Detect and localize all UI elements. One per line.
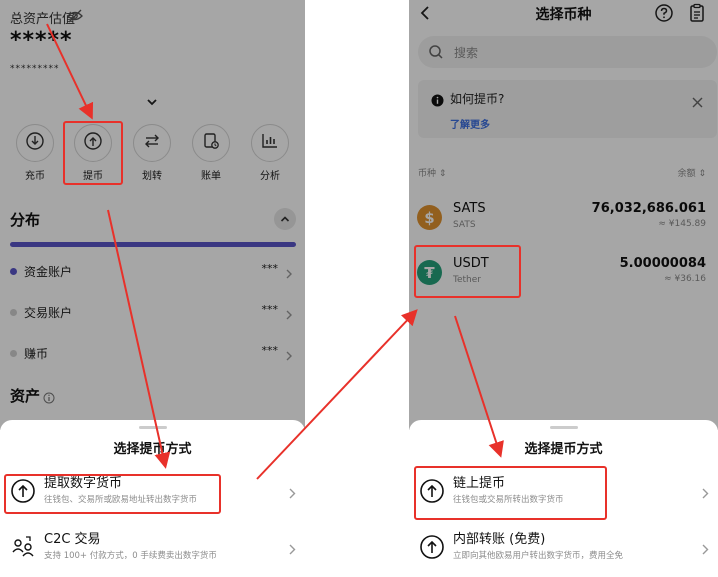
column-header-balance[interactable]: 余额 ⇕ [678,166,706,179]
option-desc: 往钱包、交易所或欧易地址转出数字货币 [44,495,198,505]
sats-coin-icon: $ [417,205,442,230]
info-icon [431,92,444,107]
coin-row-sats[interactable]: $ SATS SATS 76,032,686.061 ≈ ¥145.89 [409,199,718,243]
eye-hidden-icon[interactable] [67,8,83,24]
deposit-label: 充币 [25,171,45,182]
account-value: *** [261,262,279,275]
withdraw-label: 提币 [83,171,103,182]
column-header-coin[interactable]: 币种 ⇕ [418,166,446,179]
chevron-right-icon [700,541,710,555]
chevron-up-icon [279,210,291,229]
total-asset-label: 总资产估值 [10,12,76,27]
users-exchange-icon [10,534,36,560]
option-withdraw-crypto[interactable]: 提取数字货币 往钱包、交易所或欧易地址转出数字货币 [0,470,305,516]
option-desc: 往钱包或交易所转出数字货币 [453,495,564,505]
bill-icon [201,131,221,155]
account-row-funding[interactable]: 资金账户 *** [10,262,300,282]
upload-circle-icon [10,478,36,504]
transfer-label: 划转 [142,171,162,182]
chevron-down-icon[interactable] [145,94,159,108]
chevron-right-icon [284,347,294,361]
bill-button[interactable]: 账单 [188,124,234,182]
coin-amount: 5.00000084 [619,256,706,271]
account-name: 资金账户 [24,265,73,279]
sheet-title: 选择提币方式 [524,442,603,457]
withdraw-method-sheet: 选择提币方式 链上提币 往钱包或交易所转出数字货币 内部转账 (免费) 立即向其… [409,420,718,577]
option-c2c-trade[interactable]: C2C 交易 支持 100+ 付款方式，0 手续费卖出数字货币 [0,526,305,572]
option-title: 提取数字货币 [44,476,123,491]
analysis-button[interactable]: 分析 [247,124,293,182]
help-icon[interactable] [654,3,674,23]
analysis-label: 分析 [260,171,280,182]
upload-circle-icon [419,478,445,504]
close-icon[interactable] [692,93,703,108]
sheet-title: 选择提币方式 [113,442,192,457]
account-value: *** [261,344,279,357]
usdt-coin-icon: ₮ [417,260,442,285]
coin-row-usdt[interactable]: ₮ USDT Tether 5.00000084 ≈ ¥36.16 [409,254,718,298]
select-coin-screen: 选择币种 搜索 如何提币? 了解更多 币种 ⇕ 余额 ⇕ $ SATS SATS… [409,0,718,577]
distribution-title: 分布 [10,211,41,229]
coin-fiat-value: ≈ ¥36.16 [664,274,706,284]
chevron-right-icon [284,265,294,279]
info-icon[interactable] [43,389,55,404]
transfer-icon [142,131,162,155]
bill-label: 账单 [201,171,221,182]
transfer-button[interactable]: 划转 [129,124,175,182]
option-desc: 立即向其他欧易用户转出数字货币，费用全免 [453,551,624,561]
chevron-right-icon [287,485,297,499]
option-title: 内部转账 (免费) [453,532,546,547]
account-row-trading[interactable]: 交易账户 *** [10,303,300,323]
learn-more-link[interactable]: 了解更多 [450,116,490,131]
coin-name: Tether [453,275,481,285]
chevron-right-icon [284,306,294,320]
upload-circle-icon [419,534,445,560]
coin-amount: 76,032,686.061 [591,201,706,216]
coin-symbol: SATS [453,201,486,216]
account-name: 赚币 [24,347,49,361]
option-onchain-withdraw[interactable]: 链上提币 往钱包或交易所转出数字货币 [409,470,718,516]
balance-masked: ***** [10,28,73,53]
sheet-handle[interactable] [549,426,578,429]
sheet-handle[interactable] [138,426,167,429]
account-dot [10,309,17,316]
assets-screen: 总资产估值 ***** ********* 充币 提币 划转 账单 分析 分布 … [0,0,305,577]
analysis-icon [260,131,280,155]
option-title: C2C 交易 [44,532,101,547]
sub-balance-masked: ********* [10,64,60,74]
coin-name: SATS [453,220,476,230]
account-dot [10,350,17,357]
tutorial-composite: 总资产估值 ***** ********* 充币 提币 划转 账单 分析 分布 … [0,0,718,577]
account-dot [10,268,17,275]
option-title: 链上提币 [453,476,506,491]
coin-symbol: USDT [453,256,489,271]
distribution-bar [10,242,296,247]
account-name: 交易账户 [24,306,73,320]
chevron-right-icon [287,541,297,555]
withdraw-button[interactable]: 提币 [70,124,116,182]
search-icon [428,44,444,60]
withdraw-method-sheet: 选择提币方式 提取数字货币 往钱包、交易所或欧易地址转出数字货币 C2C 交易 … [0,420,305,577]
chevron-right-icon [700,485,710,499]
search-placeholder: 搜索 [454,46,479,60]
option-internal-transfer[interactable]: 内部转账 (免费) 立即向其他欧易用户转出数字货币，费用全免 [409,526,718,572]
deposit-icon [25,131,45,155]
assets-title: 资产 [10,387,41,405]
coin-fiat-value: ≈ ¥145.89 [658,219,706,229]
option-desc: 支持 100+ 付款方式，0 手续费卖出数字货币 [44,551,217,561]
deposit-button[interactable]: 充币 [12,124,58,182]
collapse-button[interactable] [274,208,296,230]
account-value: *** [261,303,279,316]
help-question: 如何提币? [450,92,505,106]
withdraw-icon [83,131,103,155]
history-doc-icon[interactable] [688,3,706,23]
help-banner: 如何提币? 了解更多 [418,80,717,138]
account-row-earn[interactable]: 赚币 *** [10,344,300,364]
search-input[interactable]: 搜索 [418,36,717,68]
